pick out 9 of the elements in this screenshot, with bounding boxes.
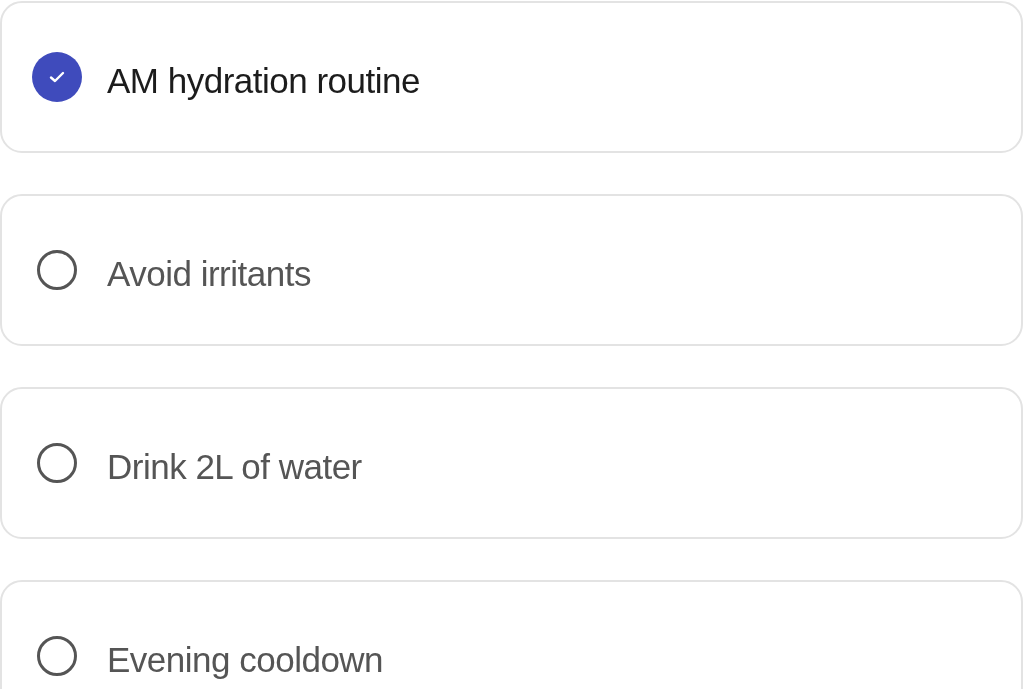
task-label: AM hydration routine	[107, 61, 420, 101]
task-label: Evening cooldown	[107, 640, 384, 680]
checkbox[interactable]	[37, 636, 77, 676]
checkbox[interactable]	[37, 443, 77, 483]
task-label: Avoid irritants	[107, 254, 311, 294]
checkbox[interactable]	[37, 250, 77, 290]
checkmark-icon	[49, 71, 65, 83]
task-label: Drink 2L of water	[107, 447, 362, 487]
checkbox[interactable]	[32, 52, 82, 102]
